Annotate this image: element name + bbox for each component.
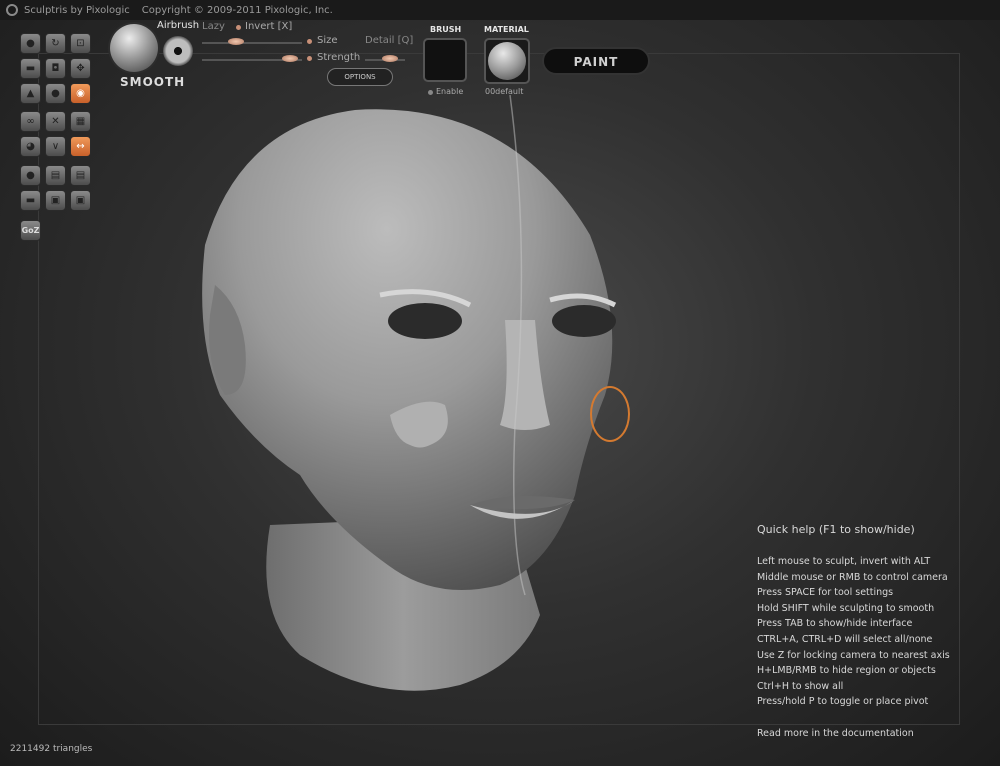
detail-label: Detail [Q] xyxy=(365,35,414,46)
symmetry-icon[interactable]: ∞ xyxy=(20,111,41,132)
material-ball-icon xyxy=(488,42,526,80)
size-dot-icon[interactable] xyxy=(307,39,312,44)
quick-help-panel: Quick help (F1 to show/hide) Left mouse … xyxy=(757,523,950,744)
airbrush-label: Airbrush xyxy=(157,20,200,31)
strength-slider-knob[interactable] xyxy=(282,55,298,62)
tool-palette-sculpt: ● ↻ ⊡ ▬ ◘ ✥ ▲ ● ◉ xyxy=(20,33,91,104)
smooth-icon[interactable]: ◘ xyxy=(45,58,66,79)
move-icon[interactable]: ✥ xyxy=(70,58,91,79)
grid-icon[interactable]: ▦ xyxy=(70,111,91,132)
copyright-text: Copyright © 2009-2011 Pixologic, Inc. xyxy=(141,4,333,16)
strength-label: Strength xyxy=(317,52,361,63)
size-label: Size xyxy=(317,35,338,46)
wireframe-icon[interactable]: ✕ xyxy=(45,111,66,132)
export-obj-icon[interactable]: ▤ xyxy=(70,165,91,186)
material-label: MATERIAL xyxy=(484,25,529,34)
draw-icon[interactable]: ● xyxy=(20,33,41,54)
size-slider-knob[interactable] xyxy=(228,38,244,45)
detail-slider-knob[interactable] xyxy=(382,55,398,62)
import-obj-icon[interactable]: ▤ xyxy=(45,165,66,186)
app-title: Sculptris by Pixologic xyxy=(24,4,130,16)
goz-button[interactable]: GoZ xyxy=(20,220,41,241)
quick-help-title: Quick help (F1 to show/hide) xyxy=(757,523,915,536)
size-slider-track[interactable] xyxy=(202,42,302,44)
grab-icon[interactable]: ◉ xyxy=(70,83,91,104)
strength-dot-icon[interactable] xyxy=(307,56,312,61)
brush-name: SMOOTH xyxy=(120,75,186,89)
brush-cursor-ring xyxy=(590,386,630,442)
head-model[interactable] xyxy=(180,95,640,715)
lazy-label[interactable]: Lazy xyxy=(202,21,225,32)
quick-help-line: Press TAB to show/hide interface xyxy=(757,618,913,630)
crease-icon[interactable]: ◕ xyxy=(20,136,41,157)
title-bar: Sculptris by Pixologic Copyright © 2009-… xyxy=(0,0,1000,20)
brush-preview-icon[interactable] xyxy=(110,24,158,72)
brush-texture-swatch[interactable] xyxy=(423,38,467,82)
sculptris-logo-icon xyxy=(6,4,18,16)
reduce-icon[interactable]: ∨ xyxy=(45,136,66,157)
pinch-icon[interactable]: ▲ xyxy=(20,83,41,104)
material-swatch[interactable] xyxy=(484,38,530,84)
flatten-icon[interactable]: ▬ xyxy=(20,58,41,79)
inflate-icon[interactable]: ● xyxy=(45,83,66,104)
rotate-icon[interactable]: ↻ xyxy=(45,33,66,54)
open-icon[interactable]: ▣ xyxy=(70,190,91,211)
invert-dot-icon[interactable] xyxy=(236,25,241,30)
save-icon[interactable]: ▣ xyxy=(45,190,66,211)
quick-help-line: Press/hold P to toggle or place pivot xyxy=(757,696,929,708)
invert-label[interactable]: Invert [X] xyxy=(245,21,292,32)
quick-help-line: Hold SHIFT while sculpting to smooth xyxy=(757,602,935,614)
new-plane-icon[interactable]: ▬ xyxy=(20,190,41,211)
tool-palette-display: ∞ ✕ ▦ ◕ ∨ ↔ xyxy=(20,111,91,157)
goz-label: GoZ xyxy=(21,226,40,235)
quick-help-line: Left mouse to sculpt, invert with ALT xyxy=(757,556,931,567)
new-sphere-icon[interactable]: ● xyxy=(20,165,41,186)
quick-help-line: CTRL+A, CTRL+D will select all/none xyxy=(757,633,933,645)
brush-label: BRUSH xyxy=(430,25,462,34)
airbrush-toggle-icon[interactable] xyxy=(163,36,193,66)
quick-help-line: Press SPACE for tool settings xyxy=(757,587,894,599)
documentation-link[interactable]: Read more in the documentation xyxy=(757,728,950,744)
subdivide-icon[interactable]: ↔ xyxy=(70,136,91,157)
options-button[interactable]: OPTIONS xyxy=(327,68,393,86)
paint-button[interactable]: PAINT xyxy=(542,47,650,75)
tool-palette-file: ● ▤ ▤ ▬ ▣ ▣ xyxy=(20,165,91,211)
quick-help-line: Middle mouse or RMB to control camera xyxy=(757,571,948,583)
quick-help-line: Ctrl+H to show all xyxy=(757,680,844,692)
triangle-count: 2211492 triangles xyxy=(10,744,93,754)
quick-help-line: H+LMB/RMB to hide region or objects xyxy=(757,665,936,677)
crop-icon[interactable]: ⊡ xyxy=(70,33,91,54)
quick-help-line: Use Z for locking camera to nearest axis xyxy=(757,649,950,661)
